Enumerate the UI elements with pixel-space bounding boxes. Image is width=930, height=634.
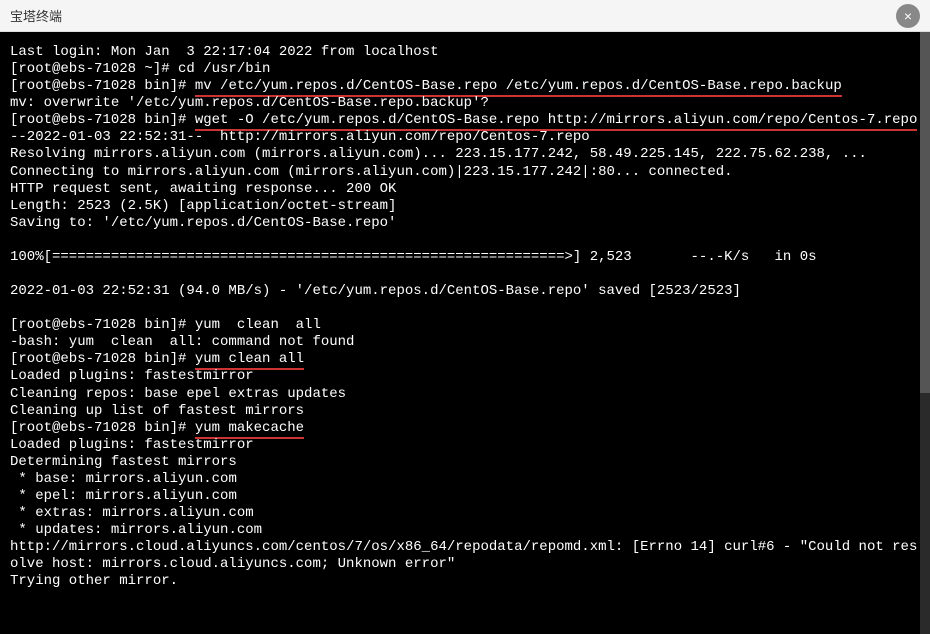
terminal-line xyxy=(10,266,925,283)
terminal-content: Last login: Mon Jan 3 22:17:04 2022 from… xyxy=(10,44,925,591)
scrollbar[interactable] xyxy=(920,32,930,634)
terminal-line: * extras: mirrors.aliyun.com xyxy=(10,505,925,522)
window-title: 宝塔终端 xyxy=(10,6,62,25)
command: yum makecache xyxy=(195,420,304,439)
terminal-line: Connecting to mirrors.aliyun.com (mirror… xyxy=(10,164,925,181)
terminal-line: [root@ebs-71028 bin]# wget -O /etc/yum.r… xyxy=(10,112,925,129)
terminal-line: * base: mirrors.aliyun.com xyxy=(10,471,925,488)
terminal-line: HTTP request sent, awaiting response... … xyxy=(10,181,925,198)
terminal-line: Loaded plugins: fastestmirror xyxy=(10,368,925,385)
terminal-line: --2022-01-03 22:52:31-- http://mirrors.a… xyxy=(10,129,925,146)
terminal-line: -bash: yum clean all: command not found xyxy=(10,334,925,351)
terminal-line: Trying other mirror. xyxy=(10,573,925,590)
terminal-line: mv: overwrite '/etc/yum.repos.d/CentOS-B… xyxy=(10,95,925,112)
terminal-line: http://mirrors.cloud.aliyuncs.com/centos… xyxy=(10,539,925,573)
prompt: [root@ebs-71028 bin]# xyxy=(10,420,195,436)
terminal-line xyxy=(10,232,925,249)
terminal-line: Cleaning up list of fastest mirrors xyxy=(10,403,925,420)
terminal-line: Loaded plugins: fastestmirror xyxy=(10,437,925,454)
terminal-line: Last login: Mon Jan 3 22:17:04 2022 from… xyxy=(10,44,925,61)
terminal-line: [root@ebs-71028 bin]# mv /etc/yum.repos.… xyxy=(10,78,925,95)
prompt: [root@ebs-71028 bin]# xyxy=(10,351,195,367)
terminal-line: Determining fastest mirrors xyxy=(10,454,925,471)
terminal[interactable]: Last login: Mon Jan 3 22:17:04 2022 from… xyxy=(0,32,930,634)
scrollbar-thumb[interactable] xyxy=(920,32,930,393)
terminal-line: Cleaning repos: base epel extras updates xyxy=(10,386,925,403)
close-button[interactable]: × xyxy=(896,4,920,28)
terminal-line xyxy=(10,300,925,317)
terminal-line: Length: 2523 (2.5K) [application/octet-s… xyxy=(10,198,925,215)
terminal-line: Resolving mirrors.aliyun.com (mirrors.al… xyxy=(10,146,925,163)
terminal-line: [root@ebs-71028 bin]# yum clean all xyxy=(10,351,925,368)
terminal-line: Saving to: '/etc/yum.repos.d/CentOS-Base… xyxy=(10,215,925,232)
terminal-line: [root@ebs-71028 bin]# yum clean all xyxy=(10,317,925,334)
titlebar: 宝塔终端 × xyxy=(0,0,930,32)
terminal-line: * epel: mirrors.aliyun.com xyxy=(10,488,925,505)
terminal-line: [root@ebs-71028 ~]# cd /usr/bin xyxy=(10,61,925,78)
prompt: [root@ebs-71028 bin]# xyxy=(10,78,195,94)
terminal-line: 100%[===================================… xyxy=(10,249,925,266)
terminal-line: 2022-01-03 22:52:31 (94.0 MB/s) - '/etc/… xyxy=(10,283,925,300)
close-icon: × xyxy=(904,8,912,24)
terminal-line: * updates: mirrors.aliyun.com xyxy=(10,522,925,539)
terminal-line: [root@ebs-71028 bin]# yum makecache xyxy=(10,420,925,437)
prompt: [root@ebs-71028 bin]# xyxy=(10,112,195,128)
